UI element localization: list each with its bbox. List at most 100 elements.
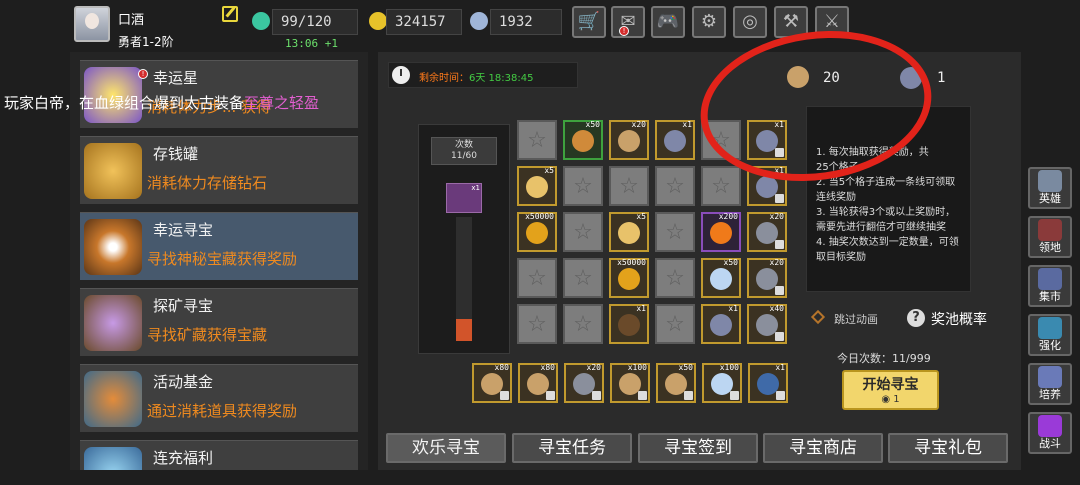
- reward-qty: x100: [719, 363, 739, 372]
- nav-battle[interactable]: 战斗: [1028, 412, 1072, 454]
- mail-button[interactable]: ✉!: [611, 6, 645, 38]
- activity-desc: 寻找矿藏获得宝藏: [147, 326, 268, 344]
- nav-label: 集市: [1039, 290, 1061, 303]
- tab-happy-treasure[interactable]: 欢乐寻宝: [386, 433, 506, 463]
- stamina-icon: [252, 12, 270, 30]
- bonus-cell[interactable]: x80: [472, 363, 512, 403]
- bonus-cell[interactable]: x1: [748, 363, 788, 403]
- settings-button[interactable]: ⚙: [692, 6, 726, 38]
- grid-cell[interactable]: [563, 258, 603, 298]
- grid-cell[interactable]: [517, 258, 557, 298]
- grid-cell[interactable]: x1: [655, 120, 695, 160]
- grid-cell[interactable]: [563, 166, 603, 206]
- start-treasure-button[interactable]: 开始寻宝 ◉ 1: [842, 370, 939, 410]
- portal-icon: [1038, 415, 1062, 437]
- grid-cell[interactable]: x200: [701, 212, 741, 252]
- reward-qty: x50: [723, 258, 738, 267]
- gamepad-button[interactable]: 🎮: [651, 6, 685, 38]
- nav-cultivate[interactable]: 培养: [1028, 363, 1072, 405]
- tries-progress-track: [456, 217, 472, 341]
- bonus-cell[interactable]: x80: [518, 363, 558, 403]
- player-avatar[interactable]: [74, 6, 110, 42]
- remaining-time: 剩余时间：6天 18:38:45: [388, 62, 578, 88]
- grid-cell[interactable]: x40: [747, 304, 787, 344]
- rule-line: 2. 当5个格子连成一条线可领取连线奖励: [816, 177, 956, 203]
- reward-qty: x80: [494, 363, 509, 372]
- activity-item-mining[interactable]: 探矿寻宝 寻找矿藏获得宝藏: [80, 288, 358, 356]
- activity-item-recharge[interactable]: 连充福利: [80, 440, 358, 470]
- tries-progress-fill: [456, 318, 472, 341]
- tab-treasure-shop[interactable]: 寻宝商店: [763, 433, 883, 463]
- lock-icon: [546, 391, 555, 400]
- helmet-icon: [1038, 170, 1062, 192]
- activity-item-lucky-treasure[interactable]: 幸运寻宝 寻找神秘宝藏获得奖励: [80, 212, 358, 280]
- lock-icon: [775, 332, 784, 341]
- pool-probability-link[interactable]: 奖池概率: [931, 309, 987, 329]
- grid-cell[interactable]: x50000: [517, 212, 557, 252]
- grid-cell[interactable]: x50000: [609, 258, 649, 298]
- reward-qty: x50000: [525, 212, 554, 221]
- grid-cell[interactable]: x20: [747, 258, 787, 298]
- tries-panel: 次数 11/60 x1: [418, 124, 510, 354]
- tries-label: 次数 11/60: [431, 137, 497, 165]
- activity-item-fund[interactable]: 活动基金 通过消耗道具获得奖励: [80, 364, 358, 432]
- reward-qty: x200: [718, 212, 738, 221]
- grid-cell[interactable]: [517, 304, 557, 344]
- grid-cell[interactable]: x5: [517, 166, 557, 206]
- bonus-cell[interactable]: x100: [702, 363, 742, 403]
- grid-cell[interactable]: [655, 212, 695, 252]
- reward-item-icon: [618, 130, 640, 152]
- remaining-value: 6天 18:38:45: [469, 73, 534, 84]
- mail-badge: !: [619, 26, 629, 36]
- gear-icon: ⚙: [700, 11, 718, 32]
- shop-button[interactable]: 🛒: [572, 6, 606, 38]
- grid-cell[interactable]: x1: [609, 304, 649, 344]
- grid-cell[interactable]: [701, 166, 741, 206]
- player-rank: 勇者1-2阶: [118, 35, 174, 49]
- rainbow-button[interactable]: ◎: [733, 6, 767, 38]
- grid-cell[interactable]: x20: [609, 120, 649, 160]
- bonus-cell[interactable]: x50: [656, 363, 696, 403]
- nav-label: 培养: [1039, 388, 1061, 401]
- piggy-bank-icon: [84, 143, 142, 199]
- grid-cell[interactable]: [563, 304, 603, 344]
- grid-cell[interactable]: [655, 304, 695, 344]
- help-icon[interactable]: ?: [907, 309, 925, 327]
- activity-item-piggy-bank[interactable]: 存钱罐 消耗体力存储钻石: [80, 136, 358, 204]
- reward-qty: x50000: [617, 258, 646, 267]
- reward-item-icon[interactable]: x1: [446, 183, 482, 213]
- lock-icon: [500, 391, 509, 400]
- cultivate-icon: [1038, 366, 1062, 388]
- grid-cell[interactable]: [655, 166, 695, 206]
- marquee-highlight: 至尊之轻盈: [244, 94, 320, 112]
- nav-enhance[interactable]: 强化: [1028, 314, 1072, 356]
- nav-market[interactable]: 集市: [1028, 265, 1072, 307]
- nav-heroes[interactable]: 英雄: [1028, 167, 1072, 209]
- reward-qty: x40: [769, 304, 784, 313]
- lock-icon: [730, 391, 739, 400]
- grid-cell[interactable]: [563, 212, 603, 252]
- bonus-cell[interactable]: x20: [564, 363, 604, 403]
- grid-cell[interactable]: [517, 120, 557, 160]
- bonus-cell[interactable]: x100: [610, 363, 650, 403]
- reward-qty: x20: [586, 363, 601, 372]
- grid-cell[interactable]: x1: [701, 304, 741, 344]
- edit-name-icon[interactable]: [222, 6, 238, 22]
- lock-icon: [638, 391, 647, 400]
- nav-territory[interactable]: 领地: [1028, 216, 1072, 258]
- reward-qty: x50: [678, 363, 693, 372]
- grid-cell[interactable]: [655, 258, 695, 298]
- remaining-label: 剩余时间：: [419, 73, 469, 84]
- tab-treasure-gift[interactable]: 寻宝礼包: [888, 433, 1008, 463]
- reward-qty: x5: [636, 212, 646, 221]
- reward-item-icon: [526, 176, 548, 198]
- marquee-text: 玩家白帝，在血绿组合爆到太古装备: [4, 94, 245, 112]
- nav-label: 强化: [1039, 339, 1061, 352]
- tab-treasure-signin[interactable]: 寻宝签到: [638, 433, 758, 463]
- grid-cell[interactable]: x20: [747, 212, 787, 252]
- grid-cell[interactable]: x50: [563, 120, 603, 160]
- grid-cell[interactable]: x5: [609, 212, 649, 252]
- grid-cell[interactable]: [609, 166, 649, 206]
- tab-treasure-tasks[interactable]: 寻宝任务: [512, 433, 632, 463]
- grid-cell[interactable]: x50: [701, 258, 741, 298]
